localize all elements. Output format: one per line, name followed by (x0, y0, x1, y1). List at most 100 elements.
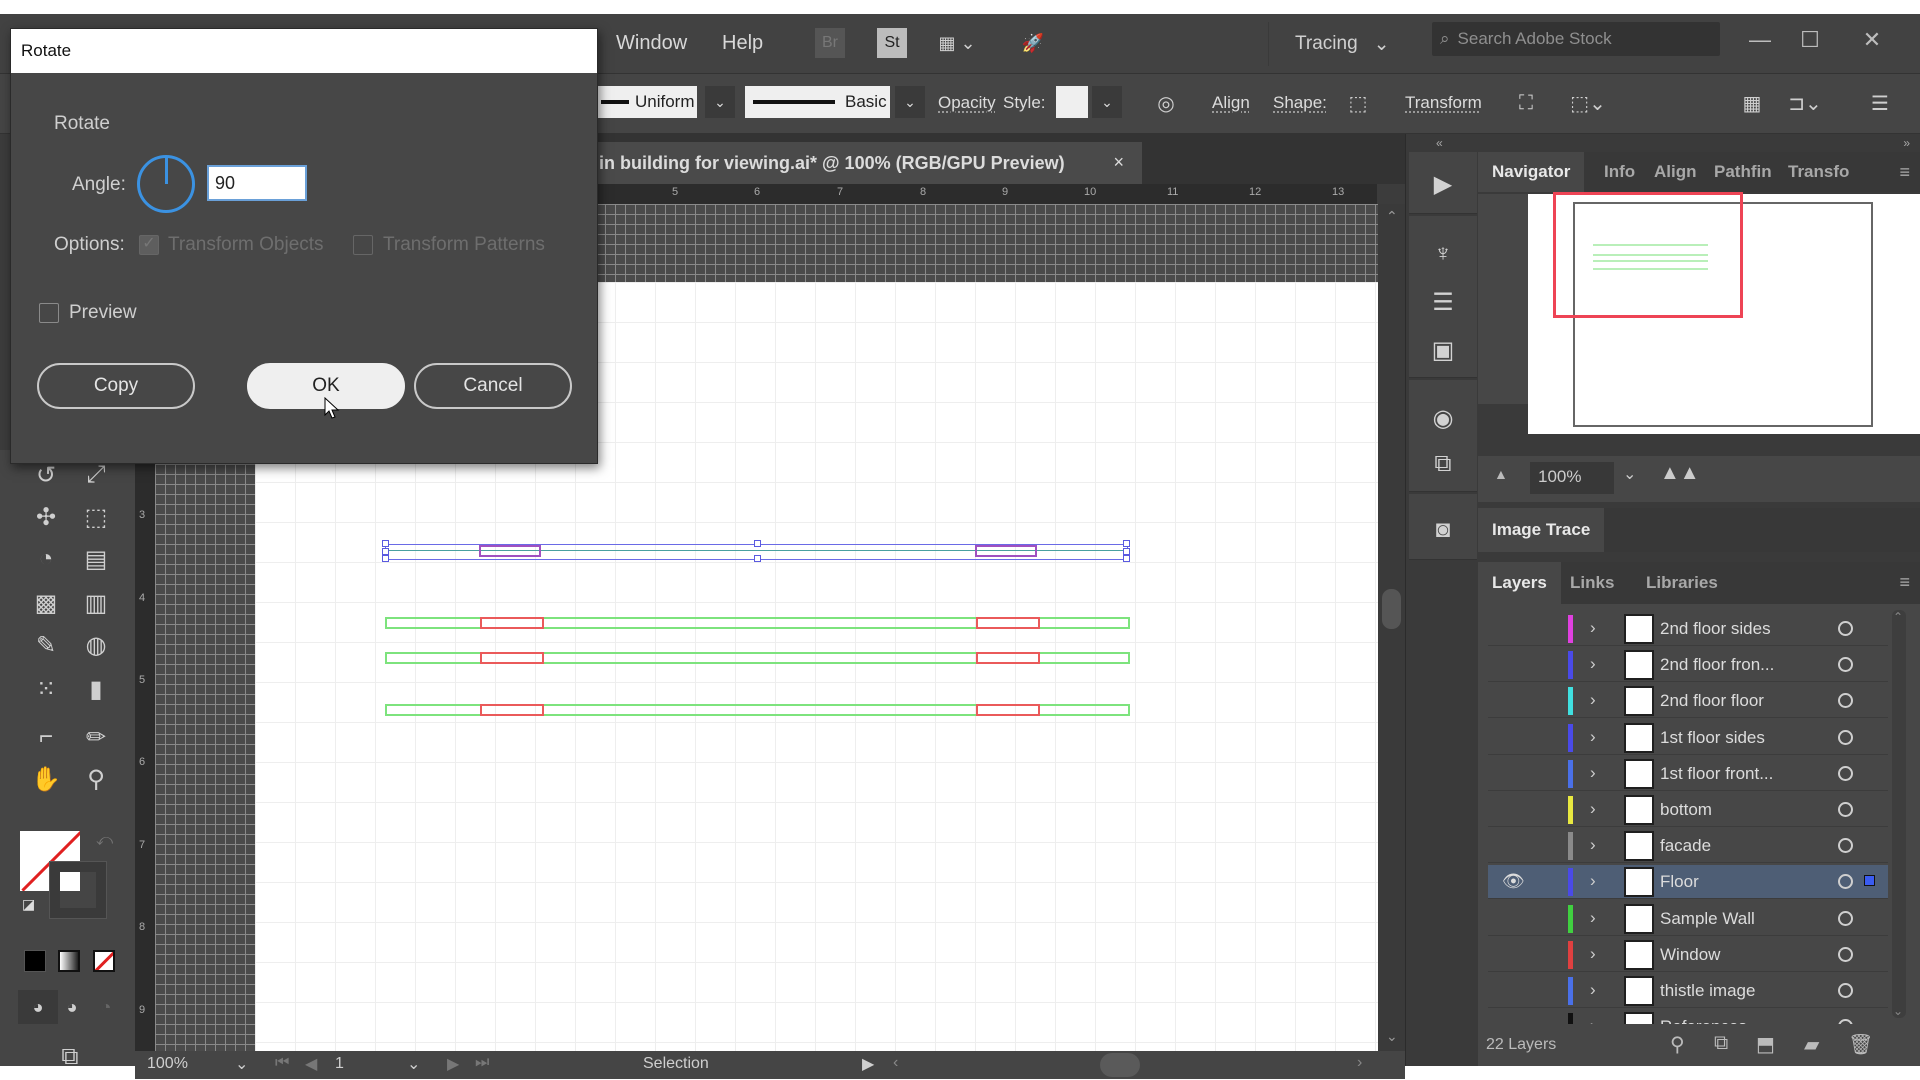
layer-target-icon[interactable] (1838, 693, 1853, 709)
bridge-icon[interactable]: Br (815, 28, 845, 58)
brushes-icon[interactable]: ♆ (1423, 236, 1463, 272)
align-link[interactable]: Align (1212, 93, 1250, 113)
artboard-number[interactable]: 1 (335, 1055, 344, 1073)
chevron-right-icon[interactable]: › (1590, 618, 1596, 638)
layer-row[interactable]: › 2nd floor floor (1488, 684, 1888, 719)
selection-handle[interactable] (754, 555, 761, 562)
layer-target-icon[interactable] (1838, 983, 1853, 998)
recolor-artwork-icon[interactable]: ◎ (1150, 88, 1182, 118)
tab-align[interactable]: Align (1654, 152, 1697, 192)
previous-artboard-icon[interactable]: ◀ (305, 1054, 317, 1074)
artboard-dropdown-icon[interactable]: ⌄ (407, 1054, 420, 1074)
free-transform-tool-icon[interactable]: ⬚ (76, 500, 116, 534)
zoom-dropdown-icon[interactable]: ⌄ (235, 1054, 248, 1074)
navigator-zoom-field[interactable]: 100% (1530, 462, 1614, 494)
layers-menu-icon[interactable]: ≡ (1899, 572, 1910, 593)
copy-button[interactable]: Copy (37, 363, 195, 409)
artboard-tool-icon[interactable]: ⌐ (26, 720, 66, 754)
puppet-warp-tool-icon[interactable]: ✣ (26, 500, 66, 534)
next-artboard-icon[interactable]: ▶ (447, 1054, 459, 1074)
shape-link[interactable]: Shape: (1273, 93, 1327, 113)
layer-name[interactable]: Floor (1660, 872, 1699, 892)
scroll-left-icon[interactable]: ‹ (893, 1054, 898, 1072)
chevron-right-icon[interactable]: › (1590, 835, 1596, 855)
angle-dial[interactable] (137, 155, 195, 213)
scroll-up-icon[interactable]: ⌃ (1386, 208, 1398, 225)
maximize-button[interactable]: ☐ (1790, 22, 1830, 58)
layer-target-icon[interactable] (1838, 910, 1853, 926)
tab-info[interactable]: Info (1604, 152, 1635, 192)
layer-name[interactable]: Window (1660, 945, 1720, 965)
selected-floor-beam[interactable] (382, 540, 1130, 562)
panel-menu-icon[interactable]: ≡ (1899, 162, 1910, 183)
first-artboard-icon[interactable]: ⏮ (275, 1054, 289, 1072)
layer-name[interactable]: thistle image (1660, 981, 1755, 1001)
tab-links[interactable]: Links (1570, 562, 1614, 604)
layer-name[interactable]: 1st floor front... (1660, 764, 1773, 784)
scroll-thumb[interactable] (1382, 589, 1401, 629)
hand-tool-icon[interactable]: ✋ (26, 762, 66, 796)
stock-icon[interactable]: St (877, 28, 907, 58)
scroll-down-icon[interactable]: ⌄ (1386, 1028, 1398, 1045)
actions-play-icon[interactable]: ▶ (1423, 166, 1463, 202)
pencil-tool-icon[interactable]: ✏ (76, 720, 116, 754)
layer-row[interactable]: › Window (1488, 938, 1888, 972)
selection-handle[interactable] (382, 548, 389, 555)
zoom-level[interactable]: 100% (147, 1055, 188, 1073)
chevron-right-icon[interactable]: › (1590, 690, 1596, 710)
isolate-object-icon[interactable]: ⛶ (1510, 88, 1542, 118)
navigator-preview[interactable] (1528, 192, 1920, 434)
chevron-right-icon[interactable]: › (1590, 727, 1596, 747)
layer-row[interactable]: › Sample Wall (1488, 902, 1888, 936)
default-fill-stroke-icon[interactable]: ◪ (22, 896, 35, 913)
blend-tool-icon[interactable]: ◍ (76, 628, 116, 662)
stroke-profile-dropdown[interactable]: ⌄ (705, 86, 735, 118)
chevron-right-icon[interactable]: › (1590, 980, 1596, 1000)
scroll-down-icon[interactable]: ⌄ (1893, 1004, 1903, 1018)
layer-target-icon[interactable] (1838, 621, 1853, 636)
selection-handle[interactable] (1123, 540, 1130, 547)
transform-patterns-checkbox[interactable] (353, 235, 373, 255)
layer-name[interactable]: Sample Wall (1660, 909, 1755, 929)
none-mode-icon[interactable] (93, 950, 115, 972)
screen-mode-icon[interactable]: ⧉ (50, 1040, 90, 1074)
control-menu-icon[interactable]: ☰ (1864, 88, 1896, 118)
shape-builder-tool-icon[interactable]: ◔ (26, 542, 66, 576)
collapse-panels-icon[interactable]: « (1436, 136, 1443, 150)
tab-pathfinder[interactable]: Pathfin (1714, 152, 1772, 192)
chevron-right-icon[interactable]: › (1590, 871, 1596, 891)
tab-transform[interactable]: Transfo (1788, 152, 1849, 192)
symbol-sprayer-tool-icon[interactable]: ⁙ (26, 672, 66, 706)
style-dropdown[interactable]: ⌄ (1092, 86, 1122, 118)
appearance-icon[interactable]: ◉ (1423, 400, 1463, 436)
document-tab[interactable]: in building for viewing.ai* @ 100% (RGB/… (597, 142, 1142, 184)
layer-row[interactable]: › facade (1488, 829, 1888, 864)
layer-name[interactable]: 2nd floor sides (1660, 619, 1771, 639)
transform-link[interactable]: Transform (1405, 93, 1482, 113)
status-menu-icon[interactable]: ▶ (862, 1054, 874, 1074)
make-clipping-mask-icon[interactable]: ⧉ (1714, 1032, 1728, 1055)
eyedropper-tool-icon[interactable]: ✎ (26, 628, 66, 662)
select-similar-icon[interactable]: ⬚⌄ (1562, 88, 1614, 118)
distribute-icon[interactable]: ⊐⌄ (1780, 88, 1830, 118)
selection-handle[interactable] (382, 540, 389, 547)
tab-layers[interactable]: Layers (1478, 562, 1561, 604)
symbols-icon[interactable]: ◙ (1423, 512, 1463, 548)
angle-input[interactable]: 90 (207, 165, 307, 201)
vertical-scrollbar[interactable]: ⌃ ⌄ (1378, 204, 1405, 1051)
mesh-tool-icon[interactable]: ▩ (26, 586, 66, 620)
close-window-button[interactable]: ✕ (1852, 22, 1892, 58)
delete-layer-icon[interactable]: 🗑 (1848, 1032, 1873, 1057)
gradient-mode-icon[interactable] (58, 950, 80, 972)
selection-handle[interactable] (1123, 555, 1130, 562)
layer-name[interactable]: 2nd floor floor (1660, 691, 1764, 711)
zoom-out-icon[interactable]: ▲ (1494, 466, 1508, 482)
tab-libraries[interactable]: Libraries (1646, 562, 1718, 604)
gpu-performance-icon[interactable]: 🚀 (1016, 28, 1050, 58)
close-document-icon[interactable]: × (1113, 152, 1124, 173)
swap-fill-stroke-icon[interactable]: ⤺ (96, 832, 113, 850)
layer-target-icon[interactable] (1838, 729, 1853, 745)
color-mode-icon[interactable] (24, 950, 46, 972)
layer-target-icon[interactable] (1838, 838, 1853, 854)
perspective-grid-tool-icon[interactable]: ▤ (76, 542, 116, 576)
